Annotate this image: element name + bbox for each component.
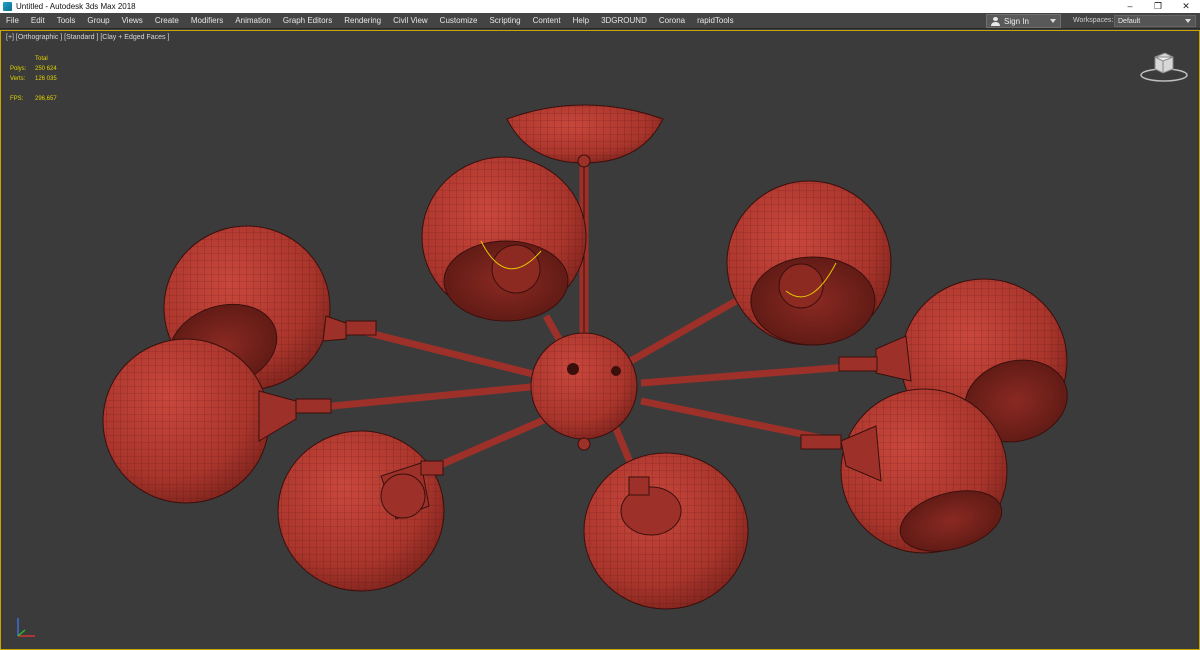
close-button[interactable]: ✕ bbox=[1172, 0, 1200, 13]
verts-label: Verts: bbox=[10, 76, 26, 82]
sign-in-label: Sign In bbox=[1004, 16, 1029, 26]
menu-items: File Edit Tools Group Views Create Modifiers An… bbox=[0, 13, 740, 29]
stats-header: Total bbox=[35, 56, 48, 62]
menu-item-3dground[interactable]: 3DGROUND bbox=[595, 13, 653, 29]
statistics-overlay: Total Polys: 250 624 Verts: 126 035 FPS: 29… bbox=[10, 54, 57, 104]
fps-value: 296,657 bbox=[35, 96, 57, 102]
title-bar: Untitled - Autodesk 3ds Max 2018 – ❐ ✕ bbox=[0, 0, 1200, 13]
menu-item-civil-view[interactable]: Civil View bbox=[387, 13, 434, 29]
menu-item-file[interactable]: File bbox=[0, 13, 25, 29]
viewcube-icon[interactable] bbox=[1139, 51, 1189, 83]
shade-bottom-left bbox=[277, 430, 445, 592]
fps-label: FPS: bbox=[10, 96, 24, 102]
menu-item-rendering[interactable]: Rendering bbox=[338, 13, 387, 29]
app-window: Untitled - Autodesk 3ds Max 2018 – ❐ ✕ F… bbox=[0, 0, 1200, 650]
verts-value: 126 035 bbox=[35, 76, 57, 82]
menu-item-scripting[interactable]: Scripting bbox=[483, 13, 526, 29]
polys-value: 250 624 bbox=[35, 66, 57, 72]
chandelier-model[interactable] bbox=[1, 31, 1199, 649]
menu-item-corona[interactable]: Corona bbox=[653, 13, 691, 29]
menu-item-views[interactable]: Views bbox=[116, 13, 149, 29]
dropdown-caret-icon bbox=[1050, 19, 1056, 23]
menu-item-rapidtools[interactable]: rapidTools bbox=[691, 13, 739, 29]
workspace-value: Default bbox=[1118, 17, 1141, 25]
menu-item-help[interactable]: Help bbox=[567, 13, 595, 29]
dropdown-caret-icon bbox=[1185, 19, 1191, 23]
viewport-label[interactable]: [+] [Orthographic ] [Standard ] [Clay + … bbox=[6, 34, 169, 41]
user-icon bbox=[991, 16, 1000, 26]
window-controls: – ❐ ✕ bbox=[1116, 0, 1200, 13]
sign-in-button[interactable]: Sign In bbox=[986, 14, 1061, 28]
perspective-viewport[interactable]: [+] [Orthographic ] [Standard ] [Clay + … bbox=[0, 30, 1200, 650]
shade-bottom-center bbox=[583, 452, 749, 610]
shade-right-lower bbox=[800, 388, 1008, 554]
shade-top-right bbox=[726, 180, 892, 346]
menu-item-group[interactable]: Group bbox=[81, 13, 115, 29]
menu-item-customize[interactable]: Customize bbox=[434, 13, 484, 29]
minimize-button[interactable]: – bbox=[1116, 0, 1144, 13]
workspaces-label: Workspaces: bbox=[1073, 17, 1114, 24]
menu-bar: File Edit Tools Group Views Create Modifiers An… bbox=[0, 13, 1200, 29]
app-icon bbox=[3, 2, 12, 11]
axis-gizmo-icon bbox=[17, 618, 35, 637]
polys-label: Polys: bbox=[10, 66, 27, 72]
menu-item-edit[interactable]: Edit bbox=[25, 13, 51, 29]
menu-item-graph-editors[interactable]: Graph Editors bbox=[277, 13, 338, 29]
menu-item-animation[interactable]: Animation bbox=[229, 13, 277, 29]
menu-item-modifiers[interactable]: Modifiers bbox=[185, 13, 229, 29]
restore-button[interactable]: ❐ bbox=[1144, 0, 1172, 13]
workspaces-dropdown[interactable]: Default bbox=[1114, 15, 1196, 27]
shade-top-left bbox=[421, 156, 587, 322]
menu-item-create[interactable]: Create bbox=[149, 13, 185, 29]
canopy bbox=[506, 104, 664, 168]
window-title: Untitled - Autodesk 3ds Max 2018 bbox=[16, 2, 136, 11]
menu-item-content[interactable]: Content bbox=[527, 13, 567, 29]
menu-item-tools[interactable]: Tools bbox=[51, 13, 82, 29]
